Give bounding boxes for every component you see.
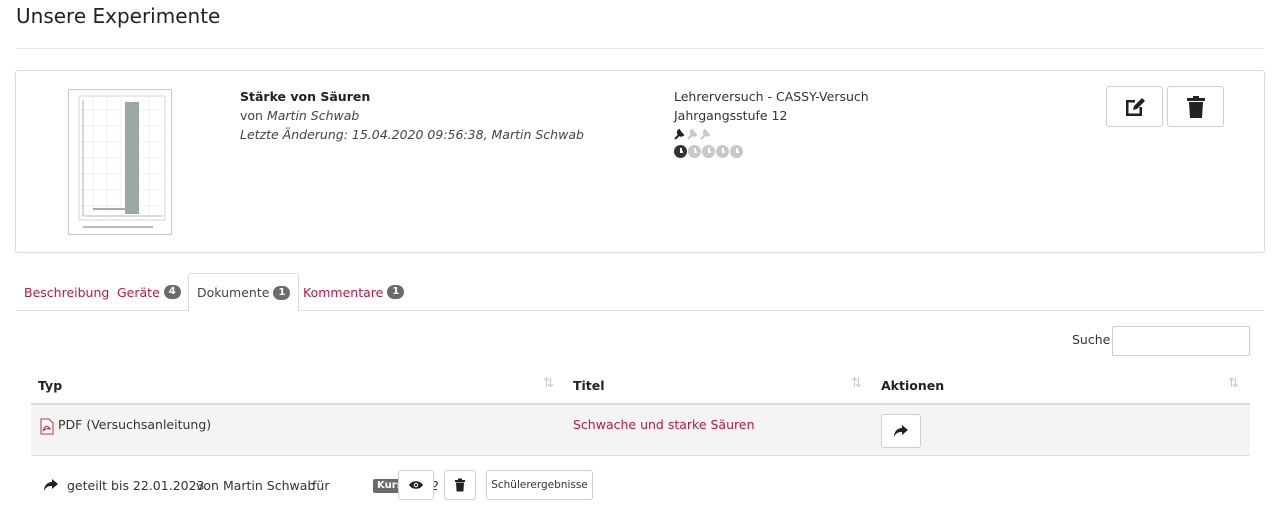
experiment-card: Stärke von Säuren von Martin Schwab Letz…: [15, 70, 1265, 253]
share-button[interactable]: [881, 414, 921, 448]
pdf-file-icon: [40, 418, 54, 435]
sort-icon[interactable]: ⇅: [1228, 376, 1239, 391]
document-title-link[interactable]: Schwache und starke Säuren: [573, 417, 755, 432]
author-prefix: von: [240, 108, 263, 123]
title-divider: [16, 48, 1264, 49]
share-icon: [894, 425, 908, 437]
tab-bar: Beschreibung Geräte 4 Dokumente 1 Kommen…: [16, 273, 1264, 312]
tab-label: Kommentare: [303, 284, 384, 300]
share-info: geteilt bis 22.01.2023 von Martin Schwab…: [40, 470, 660, 500]
experiment-grade: Jahrgangsstufe 12: [674, 108, 788, 123]
clock-icon: [730, 145, 743, 158]
experiment-meta: Lehrerversuch - CASSY-Versuch Jahrgangss…: [674, 89, 869, 162]
last-change: Letzte Änderung: 15.04.2020 09:56:38, Ma…: [240, 127, 584, 142]
page-title: Unsere Experimente: [16, 4, 221, 28]
share-icon: [44, 479, 58, 491]
tab-kommentare[interactable]: Kommentare 1: [295, 273, 412, 311]
edit-button[interactable]: [1106, 86, 1163, 127]
student-results-button[interactable]: Schülerergebnisse: [486, 470, 593, 500]
count-badge: 1: [387, 285, 405, 299]
count-badge: 1: [273, 285, 291, 300]
clock-icon: [688, 145, 701, 158]
experiment-name: Stärke von Säuren: [240, 89, 371, 104]
trash-icon: [455, 478, 465, 492]
sort-icon[interactable]: ⇅: [851, 376, 862, 391]
clock-icon: [674, 145, 687, 158]
tab-label: Geräte: [117, 284, 160, 300]
search-label: Suche: [1072, 332, 1111, 347]
tab-dokumente[interactable]: Dokumente 1: [188, 273, 300, 312]
experiment-author: Martin Schwab: [266, 108, 360, 123]
tab-label: Beschreibung: [24, 284, 110, 300]
view-button[interactable]: [398, 470, 434, 500]
shared-by: von Martin Schwab: [196, 478, 316, 493]
experiment-info: Stärke von Säuren von Martin Schwab Letz…: [240, 89, 584, 146]
experiment-type: Lehrerversuch - CASSY-Versuch: [674, 89, 869, 104]
column-header-typ[interactable]: Typ: [38, 378, 62, 393]
column-header-titel[interactable]: Titel: [573, 378, 605, 393]
tab-label: Dokumente: [197, 285, 270, 300]
clock-icon: [702, 145, 715, 158]
shared-for-label: für: [312, 478, 330, 493]
difficulty-rating: [674, 127, 869, 141]
tab-beschreibung[interactable]: Beschreibung: [16, 273, 117, 311]
eye-icon: [409, 481, 423, 489]
shared-until: geteilt bis 22.01.2023: [67, 478, 205, 493]
experiment-author-line: von Martin Schwab: [240, 108, 584, 123]
trash-icon: [1186, 95, 1205, 118]
document-type: PDF (Versuchsanleitung): [58, 417, 212, 432]
delete-button[interactable]: [1167, 86, 1224, 127]
search-input[interactable]: [1112, 326, 1250, 356]
thumbnail-chart-image: [78, 95, 166, 228]
wrench-icon: [700, 128, 711, 140]
duration-rating: [674, 145, 869, 158]
delete-share-button[interactable]: [444, 470, 476, 500]
column-header-aktionen[interactable]: Aktionen: [881, 378, 944, 393]
wrench-icon: [674, 128, 685, 140]
wrench-icon: [687, 128, 698, 140]
edit-icon: [1125, 97, 1145, 116]
count-badge: 4: [163, 285, 181, 299]
experiment-thumbnail[interactable]: [68, 89, 172, 235]
clock-icon: [716, 145, 729, 158]
tab-geraete[interactable]: Geräte 4: [109, 273, 189, 311]
sort-icon[interactable]: ⇅: [543, 376, 554, 391]
